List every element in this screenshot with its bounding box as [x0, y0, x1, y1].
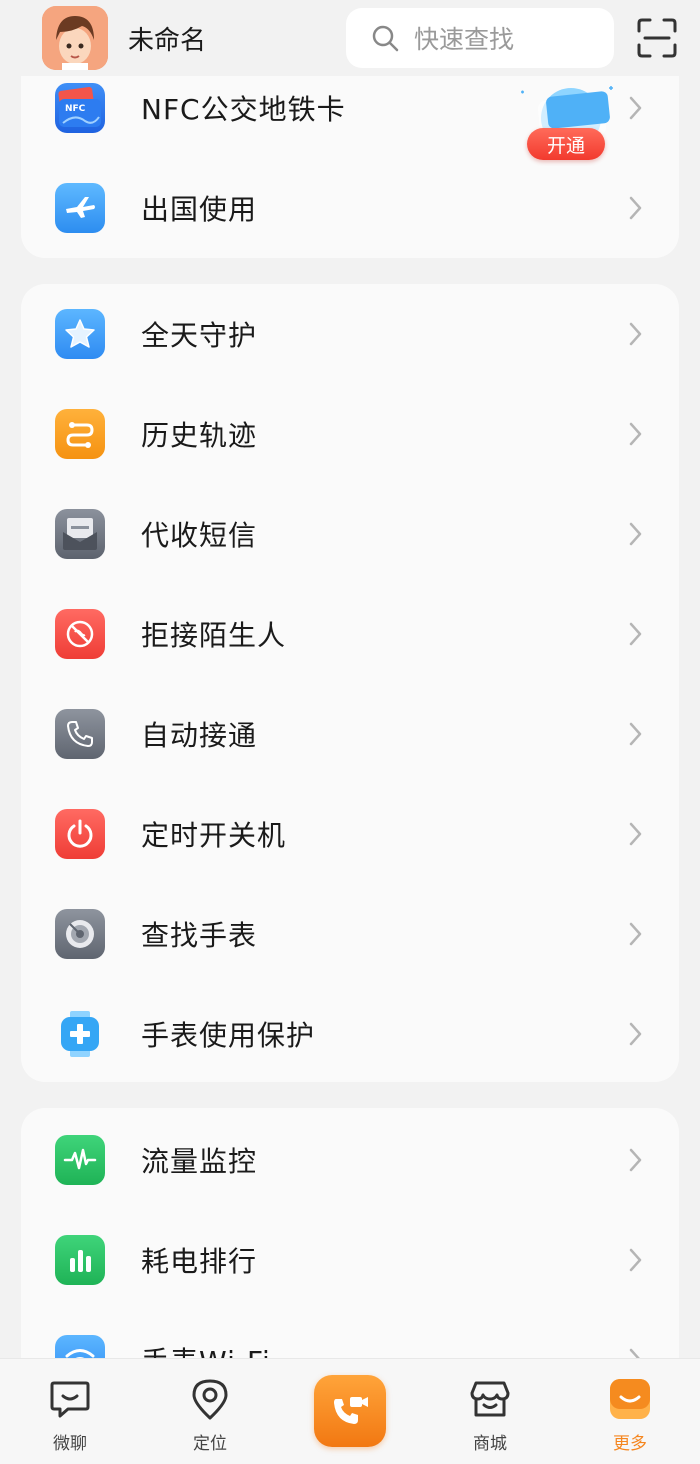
search-placeholder: 快速查找 — [414, 25, 515, 54]
row-label: 手表使用保护 — [141, 1019, 316, 1052]
settings-card-2: 全天守护 历史轨迹 代收短信 拒接陌生人 自动接通 定时开关机 查找手表 手表使… — [21, 284, 679, 1082]
row-label: 自动接通 — [141, 719, 258, 752]
nav-label: 定位 — [193, 1434, 227, 1454]
chat-icon — [50, 1381, 90, 1418]
svg-text:NFC: NFC — [65, 104, 86, 114]
row-label: 全天守护 — [141, 319, 258, 352]
chevron-right-icon — [629, 196, 642, 220]
row-label: 拒接陌生人 — [141, 619, 287, 652]
nav-label: 微聊 — [53, 1434, 87, 1454]
row-reject-strangers[interactable]: 拒接陌生人 — [21, 584, 679, 684]
video-call-button[interactable] — [314, 1375, 386, 1447]
chevron-right-icon — [629, 96, 642, 120]
row-battery-rank[interactable]: 耗电排行 — [21, 1210, 679, 1310]
location-pin-icon — [192, 1379, 228, 1420]
nav-more[interactable]: 更多 — [580, 1359, 680, 1464]
video-call-icon — [334, 1397, 368, 1424]
airplane-icon — [55, 183, 105, 233]
row-label: 查找手表 — [141, 919, 258, 952]
pulse-icon — [55, 1135, 105, 1185]
radar-icon — [55, 909, 105, 959]
row-label: 流量监控 — [141, 1145, 258, 1178]
more-icon — [610, 1379, 650, 1419]
nav-label: 更多 — [613, 1434, 647, 1454]
row-label: NFC公交地铁卡 — [141, 93, 346, 126]
message-inbox-icon — [55, 509, 105, 559]
nav-location[interactable]: 定位 — [160, 1359, 260, 1464]
row-label: 出国使用 — [141, 193, 258, 226]
phone-icon — [55, 709, 105, 759]
row-collect-sms[interactable]: 代收短信 — [21, 484, 679, 584]
row-all-day-guard[interactable]: 全天守护 — [21, 284, 679, 384]
settings-card-3: 流量监控 耗电排行 手表Wi-Fi — [21, 1108, 679, 1368]
nfc-card-icon: NFC — [55, 83, 105, 133]
chevron-right-icon — [629, 1248, 642, 1272]
row-scheduled-power[interactable]: 定时开关机 — [21, 784, 679, 884]
chevron-right-icon — [629, 322, 642, 346]
chevron-right-icon — [629, 622, 642, 646]
top-bar: 未命名 快速查找 — [0, 0, 700, 76]
row-label: 历史轨迹 — [141, 419, 258, 452]
username[interactable]: 未命名 — [128, 20, 206, 57]
star-icon — [55, 309, 105, 359]
store-icon — [470, 1381, 510, 1417]
chevron-right-icon — [629, 722, 642, 746]
nav-chat[interactable]: 微聊 — [20, 1359, 120, 1464]
promo-badge[interactable]: 开通 — [527, 128, 605, 160]
watch-protect-icon — [55, 1009, 105, 1059]
nav-store[interactable]: 商城 — [440, 1359, 540, 1464]
chevron-right-icon — [629, 822, 642, 846]
bar-chart-icon — [55, 1235, 105, 1285]
promo-card-image[interactable]: 开通 — [517, 84, 617, 162]
search-bar[interactable]: 快速查找 — [346, 8, 614, 68]
chevron-right-icon — [629, 922, 642, 946]
row-data-monitor[interactable]: 流量监控 — [21, 1110, 679, 1210]
row-find-watch[interactable]: 查找手表 — [21, 884, 679, 984]
row-label: 定时开关机 — [141, 819, 287, 852]
avatar[interactable] — [42, 6, 108, 70]
row-auto-answer[interactable]: 自动接通 — [21, 684, 679, 784]
block-stranger-icon — [55, 609, 105, 659]
route-icon — [55, 409, 105, 459]
row-label: 代收短信 — [141, 519, 258, 552]
chevron-right-icon — [629, 1148, 642, 1172]
chevron-right-icon — [629, 522, 642, 546]
search-icon — [372, 25, 399, 52]
scan-icon[interactable] — [636, 17, 678, 59]
chevron-right-icon — [629, 1022, 642, 1046]
nav-label: 商城 — [473, 1434, 507, 1454]
power-icon — [55, 809, 105, 859]
bottom-nav: 微聊 定位 商城 更多 — [0, 1358, 700, 1464]
row-history-track[interactable]: 历史轨迹 — [21, 384, 679, 484]
row-overseas[interactable]: 出国使用 — [21, 158, 679, 258]
chevron-right-icon — [629, 422, 642, 446]
row-watch-protection[interactable]: 手表使用保护 — [21, 984, 679, 1082]
row-label: 耗电排行 — [141, 1245, 258, 1278]
